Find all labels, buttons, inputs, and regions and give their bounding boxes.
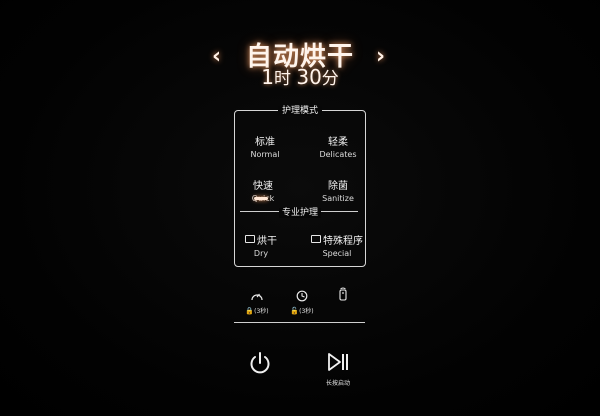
time-minutes: 30 [296,65,322,89]
pro-option-label-cn: 特殊程序 [302,235,372,248]
mode-option-quick[interactable]: 快速 Quick [228,180,298,204]
play-pause-icon [328,353,348,371]
mode-option-label-cn: 轻柔 [328,137,348,148]
lock-gauge-label: 🔒(3秒) [240,306,274,315]
mode-option-label-en: Normal [250,150,280,159]
lock-timer-label-text: (3秒) [299,308,314,315]
remote-icon [339,287,347,301]
lock-icon: 🔒 [245,307,255,315]
selected-mode-indicator [254,197,268,200]
pro-option-special-text: 特殊程序 [323,236,363,247]
power-button[interactable] [248,350,272,376]
pro-option-dry-text: 烘干 [257,236,277,247]
mode-option-label-cn: 除菌 [328,181,348,192]
mode-option-label-cn: 快速 [253,181,273,192]
pro-option-label-en: Dry [253,249,269,258]
start-label: 长按启动 [325,380,350,387]
mode-option-delicates[interactable]: 轻柔 Delicates [303,136,373,160]
mode-option-label-en: Delicates [319,150,357,159]
time-hours: 1 [261,65,274,89]
tab-icon [245,235,255,243]
power-icon [250,352,270,374]
mode-option-sanitize[interactable]: 除菌 Sanitize [303,180,373,204]
care-mode-legend: 护理模式 [0,103,600,116]
child-lock-icon: 🔓 [290,307,300,315]
remote-control-item[interactable] [336,286,350,305]
lock-gauge-label-text: (3秒) [254,308,269,315]
tab-icon [311,235,321,243]
mode-option-label-en: Sanitize [322,194,354,203]
lock-timer-item[interactable]: 🔓(3秒) [285,287,319,315]
mode-option-label-cn: 标准 [255,137,275,148]
start-pause-button[interactable]: 长按启动 [320,352,356,388]
timer-icon [296,290,308,302]
mode-option-normal[interactable]: 标准 Normal [230,136,300,160]
pro-option-label-en: Special [322,249,352,258]
pro-option-label-cn: 烘干 [226,235,296,248]
gauge-icon [251,293,263,301]
lock-gauge-item[interactable]: 🔒(3秒) [240,287,274,315]
lock-timer-label: 🔓(3秒) [285,306,319,315]
pro-care-label: 专业护理 [0,205,600,218]
pro-care-label-text: 专业护理 [278,208,321,218]
time-hour-unit: 时 [273,69,291,89]
time-minute-unit: 分 [321,69,339,89]
remaining-time: 1时 30分 [0,64,600,89]
care-mode-legend-text: 护理模式 [277,106,322,116]
pro-option-special[interactable]: 特殊程序 Special [302,235,372,259]
bottom-divider [234,322,365,323]
control-panel-screen: ‹ 自动烘干 › 1时 30分 护理模式 标准 Normal 轻柔 Delica… [0,0,600,416]
pro-option-dry[interactable]: 烘干 Dry [226,235,296,259]
